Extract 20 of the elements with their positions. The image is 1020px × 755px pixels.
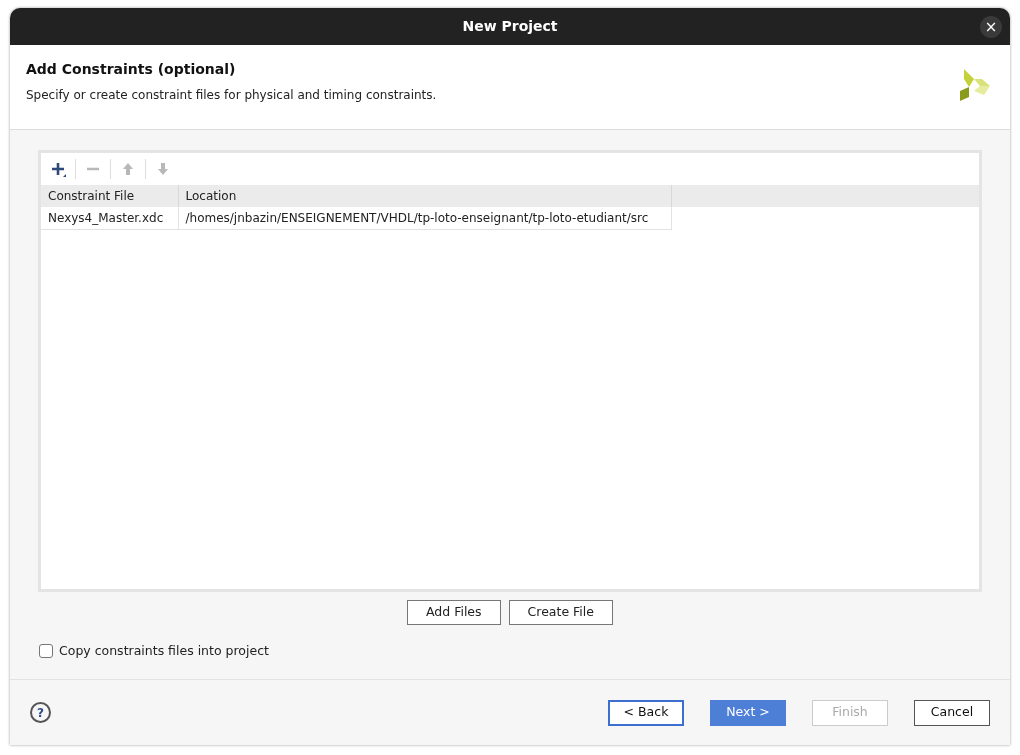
page-title: Add Constraints (optional) xyxy=(26,60,237,79)
window-title: New Project xyxy=(462,17,558,36)
nav-button[interactable]: < Back xyxy=(608,699,684,726)
checkbox[interactable] xyxy=(39,644,53,659)
close-button[interactable]: × xyxy=(980,16,1002,38)
down-arrow-icon xyxy=(155,161,171,177)
file-action-button[interactable]: Add Files xyxy=(406,600,501,625)
file-action-button[interactable]: Create File xyxy=(508,600,613,625)
nav-button[interactable]: Next > xyxy=(710,699,786,726)
checkbox-label: Copy constraints files into project xyxy=(59,642,269,660)
column-header[interactable]: Constraint File xyxy=(41,185,178,207)
column-header[interactable]: Location xyxy=(178,185,671,207)
plus-icon xyxy=(50,161,66,177)
plus-button[interactable] xyxy=(49,160,67,178)
page-subtitle: Specify or create constraint files for physical and timing constraints. xyxy=(26,87,437,104)
up-arrow-icon xyxy=(120,161,136,177)
nav-button[interactable]: Cancel xyxy=(914,699,990,726)
help-button[interactable]: ? xyxy=(30,702,51,723)
table-cell: /homes/jnbazin/ENSEIGNEMENT/VHDL/tp-loto-enseignant/tp-loto-etudiant/src xyxy=(178,207,671,229)
table-cell: Nexys4_Master.xdc xyxy=(41,207,178,229)
